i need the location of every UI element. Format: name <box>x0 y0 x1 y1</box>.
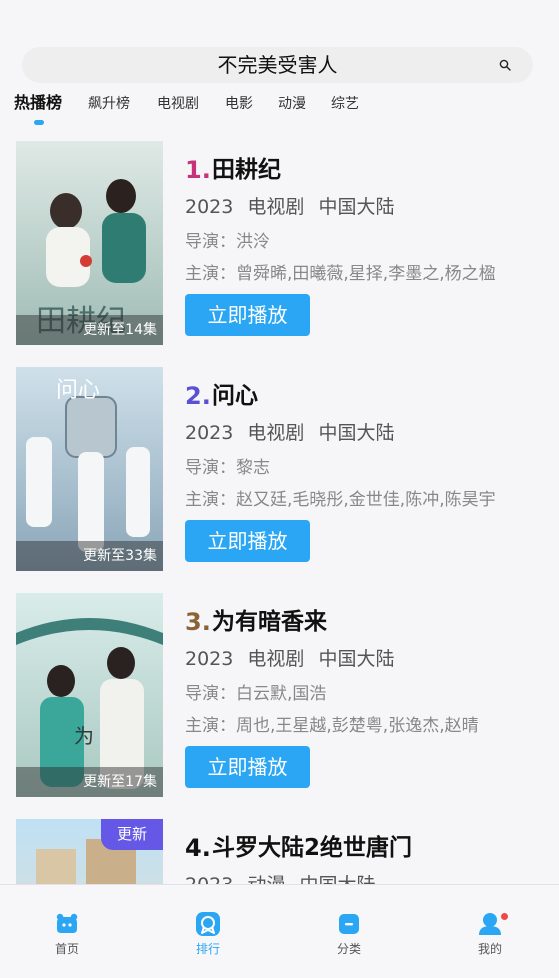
update-status: 更新至33集 <box>83 548 157 564</box>
tab-rising[interactable]: 飙升榜 <box>88 94 130 114</box>
list-item[interactable]: 问心 更新至33集 2. 问心 2023 电视剧 中国大陆 导演：黎志 主演：赵… <box>0 366 559 571</box>
poster[interactable]: 田耕纪 更新至14集 <box>16 141 163 345</box>
title[interactable]: 斗罗大陆2绝世唐门 <box>212 834 412 862</box>
cast: 主演：周也,王星越,彭楚粤,张逸杰,赵晴 <box>185 716 479 736</box>
title[interactable]: 问心 <box>212 382 258 410</box>
meta-info: 2023 电视剧 中国大陆 <box>185 422 402 444</box>
nav-category[interactable]: 分类 <box>314 885 384 978</box>
nav-label: 我的 <box>477 942 502 956</box>
list-item[interactable]: 为 更新至17集 3. 为有暗香来 2023 电视剧 中国大陆 导演：白云默,国… <box>0 592 559 797</box>
list-item[interactable]: 田耕纪 更新至14集 1. 田耕纪 2023 电视剧 中国大陆 导演：洪泠 主演… <box>0 140 559 345</box>
director: 导演：洪泠 <box>185 232 270 252</box>
meta-info: 2023 动漫 中国大陆 <box>185 874 383 884</box>
poster[interactable]: 为 更新至17集 <box>16 593 163 797</box>
active-tab-indicator <box>34 120 44 125</box>
notification-dot <box>501 913 508 920</box>
genre: 电视剧 <box>247 196 305 218</box>
ranking-list: 田耕纪 更新至14集 1. 田耕纪 2023 电视剧 中国大陆 导演：洪泠 主演… <box>0 140 559 884</box>
poster[interactable]: 更新 <box>16 819 163 884</box>
year: 2023 <box>185 648 234 670</box>
region: 中国大陆 <box>318 422 395 444</box>
search-bar[interactable]: 不完美受害人 <box>22 47 533 83</box>
cast: 主演：曾舜晞,田曦薇,星择,李墨之,杨之楹 <box>185 264 496 284</box>
genre: 电视剧 <box>247 648 305 670</box>
tab-anime[interactable]: 动漫 <box>278 94 306 114</box>
genre: 电视剧 <box>247 422 305 444</box>
svg-text:问心: 问心 <box>56 378 100 403</box>
nav-ranking[interactable]: 排行 <box>173 885 243 978</box>
search-query[interactable]: 不完美受害人 <box>22 53 533 77</box>
search-icon[interactable] <box>499 59 511 71</box>
update-status: 更新至17集 <box>83 774 157 790</box>
home-icon <box>56 913 78 933</box>
tab-hot[interactable]: 热播榜 <box>14 93 62 113</box>
nav-label: 排行 <box>195 942 220 956</box>
title[interactable]: 田耕纪 <box>212 156 281 184</box>
ranking-icon <box>196 912 220 936</box>
rank-number: 3. <box>185 608 211 636</box>
list-item[interactable]: 更新 4. 斗罗大陆2绝世唐门 2023 动漫 中国大陆 <box>0 818 559 884</box>
tab-movie[interactable]: 电影 <box>225 94 253 114</box>
category-tabs: 热播榜 飙升榜 电视剧 电影 动漫 综艺 <box>0 92 559 132</box>
meta-info: 2023 电视剧 中国大陆 <box>185 196 402 218</box>
rank-number: 1. <box>185 156 211 184</box>
year: 2023 <box>185 422 234 444</box>
cast: 主演：赵又廷,毛晓彤,金世佳,陈冲,陈昊宇 <box>185 490 496 510</box>
region: 中国大陆 <box>318 648 395 670</box>
rank-number: 4. <box>185 834 211 862</box>
region: 中国大陆 <box>299 874 375 884</box>
play-button[interactable]: 立即播放 <box>185 746 310 788</box>
play-button[interactable]: 立即播放 <box>185 520 310 562</box>
nav-profile[interactable]: 我的 <box>455 885 525 978</box>
rank-number: 2. <box>185 382 211 410</box>
meta-info: 2023 电视剧 中国大陆 <box>185 648 402 670</box>
region: 中国大陆 <box>318 196 395 218</box>
update-status: 更新至14集 <box>83 322 157 338</box>
year: 2023 <box>185 874 233 884</box>
category-icon <box>339 914 359 934</box>
nav-label: 分类 <box>336 942 361 956</box>
title[interactable]: 为有暗香来 <box>212 608 327 636</box>
play-button[interactable]: 立即播放 <box>185 294 310 336</box>
poster[interactable]: 问心 更新至33集 <box>16 367 163 571</box>
tab-variety[interactable]: 综艺 <box>331 94 359 114</box>
year: 2023 <box>185 196 234 218</box>
genre: 动漫 <box>247 874 285 884</box>
nav-home[interactable]: 首页 <box>32 885 102 978</box>
update-badge: 更新 <box>101 819 163 850</box>
tab-tv[interactable]: 电视剧 <box>157 94 199 114</box>
director: 导演：黎志 <box>185 458 270 478</box>
director: 导演：白云默,国浩 <box>185 684 327 704</box>
nav-label: 首页 <box>54 942 79 956</box>
profile-icon <box>479 913 501 935</box>
svg-text:为: 为 <box>74 724 94 748</box>
bottom-navigation: 首页 排行 分类 我的 <box>0 884 559 978</box>
